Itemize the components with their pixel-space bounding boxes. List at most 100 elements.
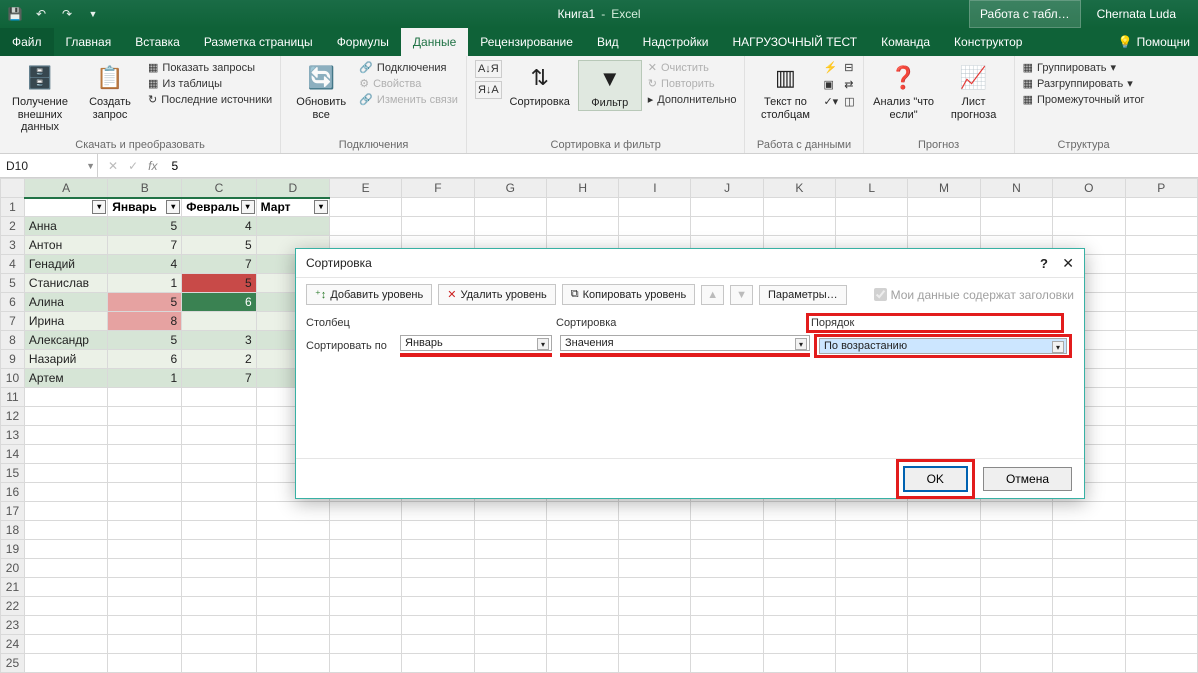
- filter-button[interactable]: ▼Фильтр: [578, 60, 642, 111]
- cell[interactable]: [24, 426, 107, 445]
- cell[interactable]: [329, 198, 401, 217]
- filter-icon[interactable]: ▾: [241, 200, 255, 214]
- cell[interactable]: [1125, 521, 1198, 540]
- cell[interactable]: [763, 217, 835, 236]
- cell[interactable]: [256, 616, 329, 635]
- cell[interactable]: [547, 654, 619, 673]
- cell[interactable]: [908, 578, 980, 597]
- cell[interactable]: [980, 198, 1052, 217]
- row-header[interactable]: 17: [1, 502, 25, 521]
- tab-formulas[interactable]: Формулы: [325, 28, 401, 56]
- col-header-H[interactable]: H: [547, 179, 619, 198]
- cell[interactable]: [836, 597, 908, 616]
- cell[interactable]: [908, 635, 980, 654]
- cell[interactable]: [182, 464, 256, 483]
- data-model-icon[interactable]: ◫: [844, 94, 854, 109]
- cell[interactable]: 2: [182, 350, 256, 369]
- col-header-K[interactable]: K: [763, 179, 835, 198]
- cell[interactable]: [908, 654, 980, 673]
- delete-level-button[interactable]: ✕Удалить уровень: [438, 284, 556, 305]
- row-header[interactable]: 5: [1, 274, 25, 293]
- cell[interactable]: [691, 597, 763, 616]
- cell[interactable]: [547, 578, 619, 597]
- cell[interactable]: [182, 635, 256, 654]
- cell[interactable]: [1125, 635, 1198, 654]
- cell[interactable]: [108, 540, 182, 559]
- fx-icon[interactable]: fx: [148, 159, 165, 173]
- cell[interactable]: [329, 578, 401, 597]
- sort-asc-button[interactable]: А↓Я: [475, 60, 502, 78]
- cell[interactable]: [1053, 521, 1125, 540]
- row-header[interactable]: 24: [1, 635, 25, 654]
- user-name[interactable]: Chernata Luda: [1087, 7, 1186, 21]
- sort-button[interactable]: ⇅Сортировка: [508, 60, 572, 109]
- refresh-all-button[interactable]: 🔄Обновить все: [289, 60, 353, 121]
- name-box[interactable]: D10▼: [0, 154, 98, 177]
- cell[interactable]: [547, 635, 619, 654]
- row-header[interactable]: 3: [1, 236, 25, 255]
- cell[interactable]: [329, 540, 401, 559]
- cell[interactable]: Анна: [24, 217, 107, 236]
- what-if-button[interactable]: ❓Анализ "что если": [872, 60, 936, 121]
- flash-fill-icon[interactable]: ⚡: [823, 60, 838, 75]
- cell[interactable]: [980, 502, 1052, 521]
- tab-design[interactable]: Конструктор: [942, 28, 1034, 56]
- cell[interactable]: [547, 616, 619, 635]
- formula-input[interactable]: [165, 159, 1198, 173]
- cell[interactable]: [24, 407, 107, 426]
- cell[interactable]: [1125, 578, 1198, 597]
- add-level-button[interactable]: ⁺↕Добавить уровень: [306, 284, 432, 305]
- cell[interactable]: [619, 521, 691, 540]
- cell[interactable]: [329, 521, 401, 540]
- relationships-icon[interactable]: ⇄: [844, 77, 854, 92]
- cell[interactable]: [980, 654, 1052, 673]
- col-header-A[interactable]: A: [24, 179, 107, 198]
- row-header[interactable]: 8: [1, 331, 25, 350]
- cell[interactable]: [402, 540, 474, 559]
- cell[interactable]: Март▾: [256, 198, 329, 217]
- cell[interactable]: 5: [108, 293, 182, 312]
- chevron-down-icon[interactable]: ▼: [86, 161, 95, 171]
- connections-button[interactable]: 🔗 Подключения: [359, 60, 458, 75]
- cell[interactable]: [474, 616, 546, 635]
- cell[interactable]: [691, 616, 763, 635]
- cell[interactable]: [182, 578, 256, 597]
- tab-insert[interactable]: Вставка: [123, 28, 192, 56]
- cell[interactable]: 1: [108, 274, 182, 293]
- column-dropdown[interactable]: Январь▾: [400, 335, 552, 351]
- cell[interactable]: 7: [182, 369, 256, 388]
- undo-icon[interactable]: ↶: [32, 5, 50, 23]
- cell[interactable]: [691, 559, 763, 578]
- headers-checkbox[interactable]: Мои данные содержат заголовки: [874, 288, 1074, 302]
- cell[interactable]: [182, 540, 256, 559]
- cell[interactable]: [691, 540, 763, 559]
- cell[interactable]: [1125, 312, 1198, 331]
- cell[interactable]: [24, 635, 107, 654]
- copy-level-button[interactable]: ⧉Копировать уровень: [562, 284, 695, 305]
- cell[interactable]: [182, 597, 256, 616]
- tab-data[interactable]: Данные: [401, 28, 468, 56]
- cell[interactable]: Назарий: [24, 350, 107, 369]
- cell[interactable]: [763, 635, 835, 654]
- row-header[interactable]: 15: [1, 464, 25, 483]
- cell[interactable]: [108, 464, 182, 483]
- cell[interactable]: [108, 521, 182, 540]
- cell[interactable]: [182, 521, 256, 540]
- cell[interactable]: [329, 654, 401, 673]
- cell[interactable]: [108, 559, 182, 578]
- cell[interactable]: [108, 502, 182, 521]
- get-external-data-button[interactable]: 🗄️Получение внешних данных: [8, 60, 72, 134]
- help-icon[interactable]: ?: [1040, 256, 1048, 271]
- cell[interactable]: [1125, 464, 1198, 483]
- cell[interactable]: [108, 407, 182, 426]
- cell[interactable]: [329, 635, 401, 654]
- filter-icon[interactable]: ▾: [92, 200, 106, 214]
- cell[interactable]: [474, 540, 546, 559]
- col-header-B[interactable]: B: [108, 179, 182, 198]
- cell[interactable]: 7: [108, 236, 182, 255]
- text-to-columns-button[interactable]: ▥Текст по столбцам: [753, 60, 817, 121]
- tab-layout[interactable]: Разметка страницы: [192, 28, 325, 56]
- tab-view[interactable]: Вид: [585, 28, 631, 56]
- cell[interactable]: Алина: [24, 293, 107, 312]
- qat-more-icon[interactable]: ▼: [84, 5, 102, 23]
